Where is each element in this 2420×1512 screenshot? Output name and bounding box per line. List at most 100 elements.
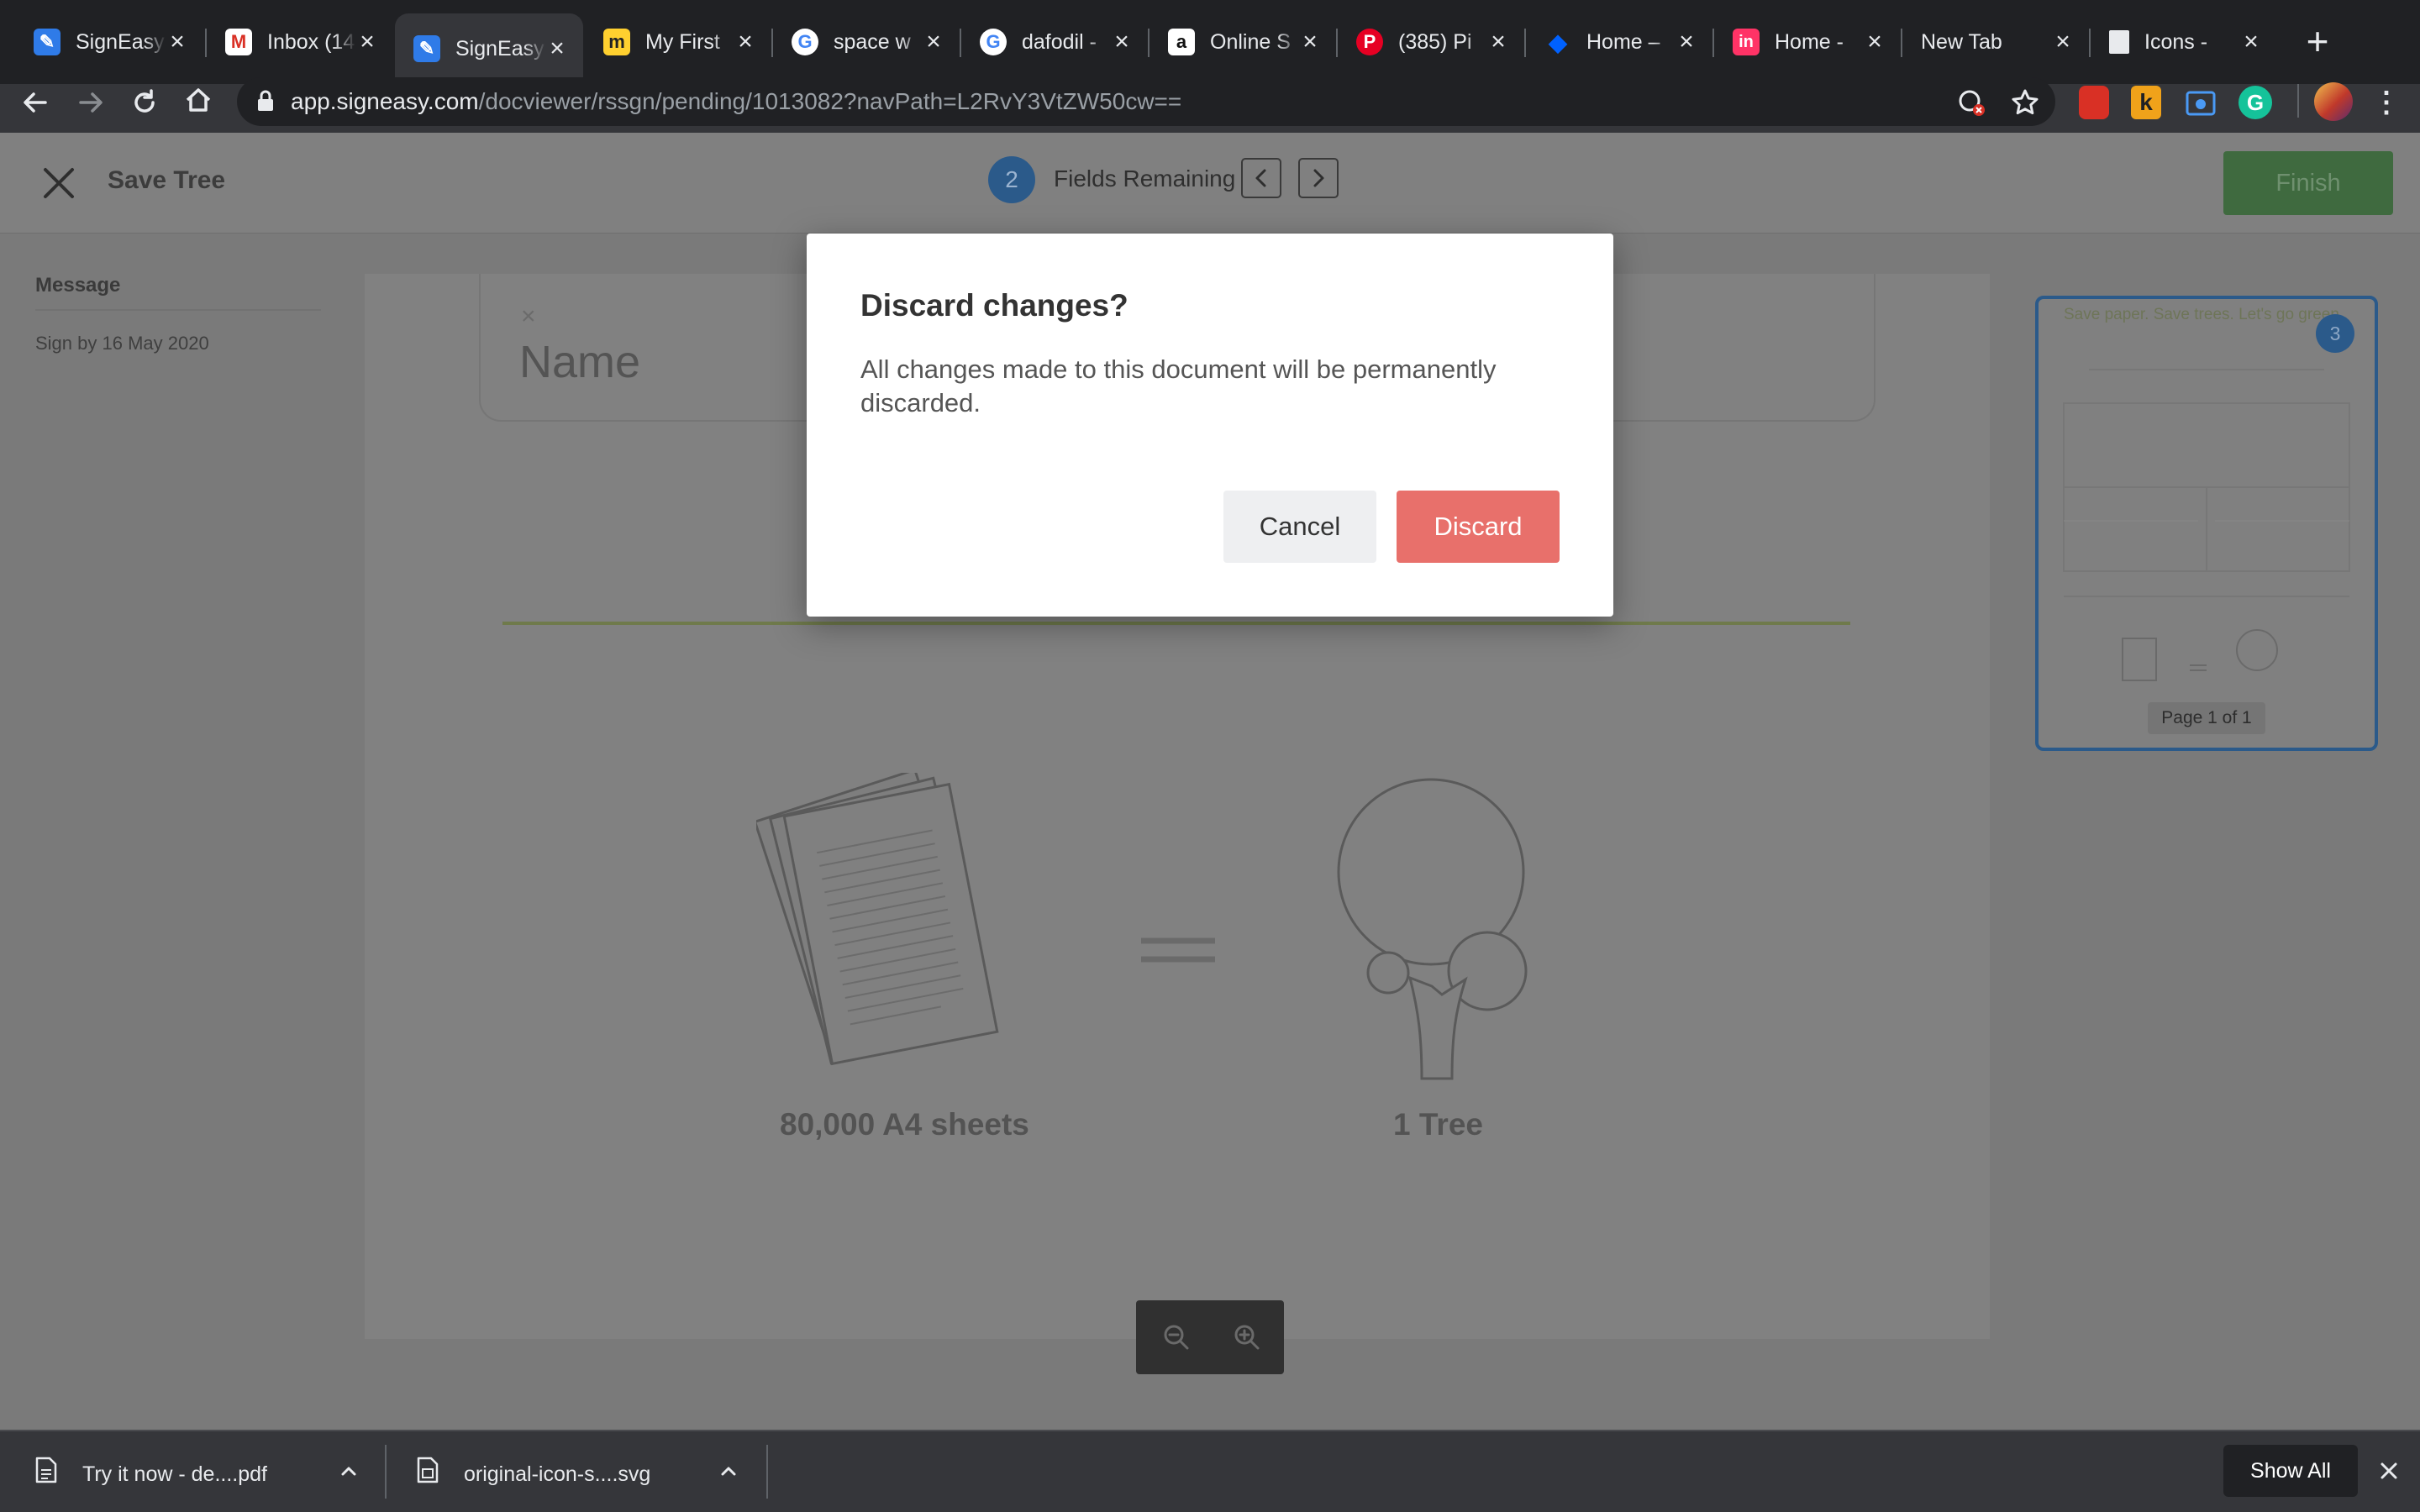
new-tab-button[interactable]: +	[2297, 22, 2338, 62]
close-tab-icon[interactable]: ×	[2240, 29, 2262, 55]
url-text[interactable]: app.signeasy.com/docviewer/rssgn/pending…	[291, 87, 1181, 116]
gmail-icon: M	[225, 29, 252, 55]
extension-screenshot-icon[interactable]	[2185, 87, 2217, 118]
name-field-placeholder: Name	[519, 337, 641, 387]
close-tab-icon[interactable]: ×	[1487, 29, 1509, 55]
tab-signeasy-active[interactable]: ✎ SignEasy ×	[395, 13, 583, 84]
download-options-chevron-icon[interactable]	[716, 1458, 741, 1483]
signature-line	[502, 622, 1850, 625]
tab-miro[interactable]: m My First ×	[585, 12, 771, 72]
zoom-out-button[interactable]	[1161, 1322, 1192, 1352]
tab-google-dafodil[interactable]: G dafodil - ×	[961, 12, 1148, 72]
tree-caption: 1 Tree	[1393, 1107, 1483, 1142]
close-tab-icon[interactable]: ×	[1864, 29, 1886, 55]
reload-icon	[134, 89, 155, 113]
download-divider	[766, 1445, 768, 1499]
fields-remaining-count: 2	[988, 156, 1035, 203]
miro-icon: m	[603, 29, 630, 55]
browser-menu-icon[interactable]: ⋮	[2371, 86, 2402, 119]
close-tab-icon[interactable]: ×	[1676, 29, 1697, 55]
previous-field-button[interactable]	[1241, 158, 1281, 198]
fields-remaining-label: Fields Remaining	[1054, 165, 1236, 192]
document-title: Save Tree	[108, 166, 226, 194]
show-all-downloads-button[interactable]: Show All	[2223, 1445, 2358, 1497]
zoom-in-icon	[1234, 1325, 1260, 1350]
close-tab-icon[interactable]: ×	[546, 36, 568, 61]
tab-google-space[interactable]: G space w ×	[773, 12, 960, 72]
page-indicator: Page 1 of 1	[2148, 702, 2265, 734]
download-filename: Try it now - de....pdf	[82, 1462, 267, 1486]
forward-button[interactable]	[72, 84, 109, 121]
sign-by-date: Sign by 16 May 2020	[35, 333, 209, 354]
tab-icons[interactable]: Icons - ×	[2091, 12, 2277, 72]
bookmark-star-icon[interactable]	[2010, 87, 2040, 118]
tab-inbox[interactable]: M Inbox (14 ×	[207, 12, 393, 72]
next-field-button[interactable]	[1298, 158, 1339, 198]
close-tab-icon[interactable]: ×	[356, 29, 378, 55]
zoom-out-icon	[1164, 1325, 1189, 1350]
close-tab-icon[interactable]: ×	[734, 29, 756, 55]
close-tab-icon[interactable]: ×	[166, 29, 188, 55]
close-tab-icon[interactable]: ×	[1111, 29, 1133, 55]
equals-icon	[1141, 937, 1215, 963]
dropbox-icon: ◆	[1549, 29, 1567, 55]
thumbnail-title: Save paper. Save trees. Let's go green	[2064, 306, 2339, 323]
message-label: Message	[35, 274, 121, 297]
zoom-in-button[interactable]	[1232, 1322, 1262, 1352]
signeasy-icon: ✎	[413, 35, 440, 62]
cancel-button[interactable]: Cancel	[1223, 491, 1376, 563]
thumbnail-fields-badge: 3	[2316, 314, 2354, 353]
download-options-chevron-icon[interactable]	[336, 1458, 361, 1483]
google-icon: G	[792, 29, 818, 55]
tab-pinterest[interactable]: P (385) Pi ×	[1338, 12, 1524, 72]
close-tab-icon[interactable]: ×	[2052, 29, 2074, 55]
close-icon	[2381, 1462, 2397, 1479]
download-divider	[385, 1445, 387, 1499]
discard-button[interactable]: Discard	[1397, 491, 1560, 563]
pdf-file-icon	[35, 1457, 57, 1483]
tab-dropbox[interactable]: ◆ Home – ×	[1526, 12, 1712, 72]
dialog-message: All changes made to this document will b…	[860, 354, 1497, 417]
paper-stack-icon	[756, 773, 999, 1066]
extension-stop-icon[interactable]	[2079, 86, 2109, 119]
lock-icon	[255, 89, 276, 113]
pinterest-icon: P	[1356, 29, 1383, 55]
close-document-button[interactable]	[40, 165, 77, 202]
tab-signeasy-1[interactable]: ✎ SignEasy ×	[15, 12, 203, 72]
close-tab-icon[interactable]: ×	[923, 29, 944, 55]
amazon-icon: a	[1168, 29, 1195, 55]
thumbnail-preview	[2063, 369, 2350, 681]
tab-amazon[interactable]: a Online S ×	[1150, 12, 1336, 72]
extension-k-icon[interactable]: k	[2131, 86, 2161, 119]
download-filename: original-icon-s....svg	[464, 1462, 651, 1486]
back-arrow-icon	[24, 92, 47, 113]
close-tab-icon[interactable]: ×	[1299, 29, 1321, 55]
close-shelf-button[interactable]	[2376, 1458, 2402, 1483]
tab-invision[interactable]: in Home - ×	[1714, 12, 1901, 72]
forward-arrow-icon	[79, 92, 103, 113]
paper-equals-tree-illustration	[756, 773, 1528, 1080]
remove-field-icon[interactable]: ×	[521, 302, 536, 331]
finish-button[interactable]: Finish	[2223, 151, 2393, 215]
invision-icon: in	[1733, 29, 1760, 55]
blocked-cookies-icon[interactable]	[1956, 87, 1986, 118]
reload-button[interactable]	[126, 84, 163, 121]
home-icon	[186, 88, 211, 112]
sidebar-divider	[35, 309, 321, 311]
toolbar-divider	[2297, 84, 2299, 118]
svg-file-icon	[417, 1457, 439, 1483]
close-icon	[44, 168, 74, 198]
google-icon: G	[980, 29, 1007, 55]
tree-icon	[1337, 778, 1528, 1080]
back-button[interactable]	[17, 84, 54, 121]
chevron-left-icon	[1255, 169, 1266, 187]
profile-avatar[interactable]	[2314, 82, 2353, 121]
grammarly-icon[interactable]: G	[2238, 86, 2272, 119]
signeasy-icon: ✎	[34, 29, 60, 55]
dialog-title: Discard changes?	[860, 288, 1128, 323]
chevron-right-icon	[1313, 169, 1324, 187]
noun-project-icon	[2109, 30, 2129, 54]
zoom-toolbar	[1136, 1300, 1284, 1374]
tab-new-tab[interactable]: New Tab ×	[1902, 12, 2089, 72]
home-button[interactable]	[180, 82, 217, 119]
